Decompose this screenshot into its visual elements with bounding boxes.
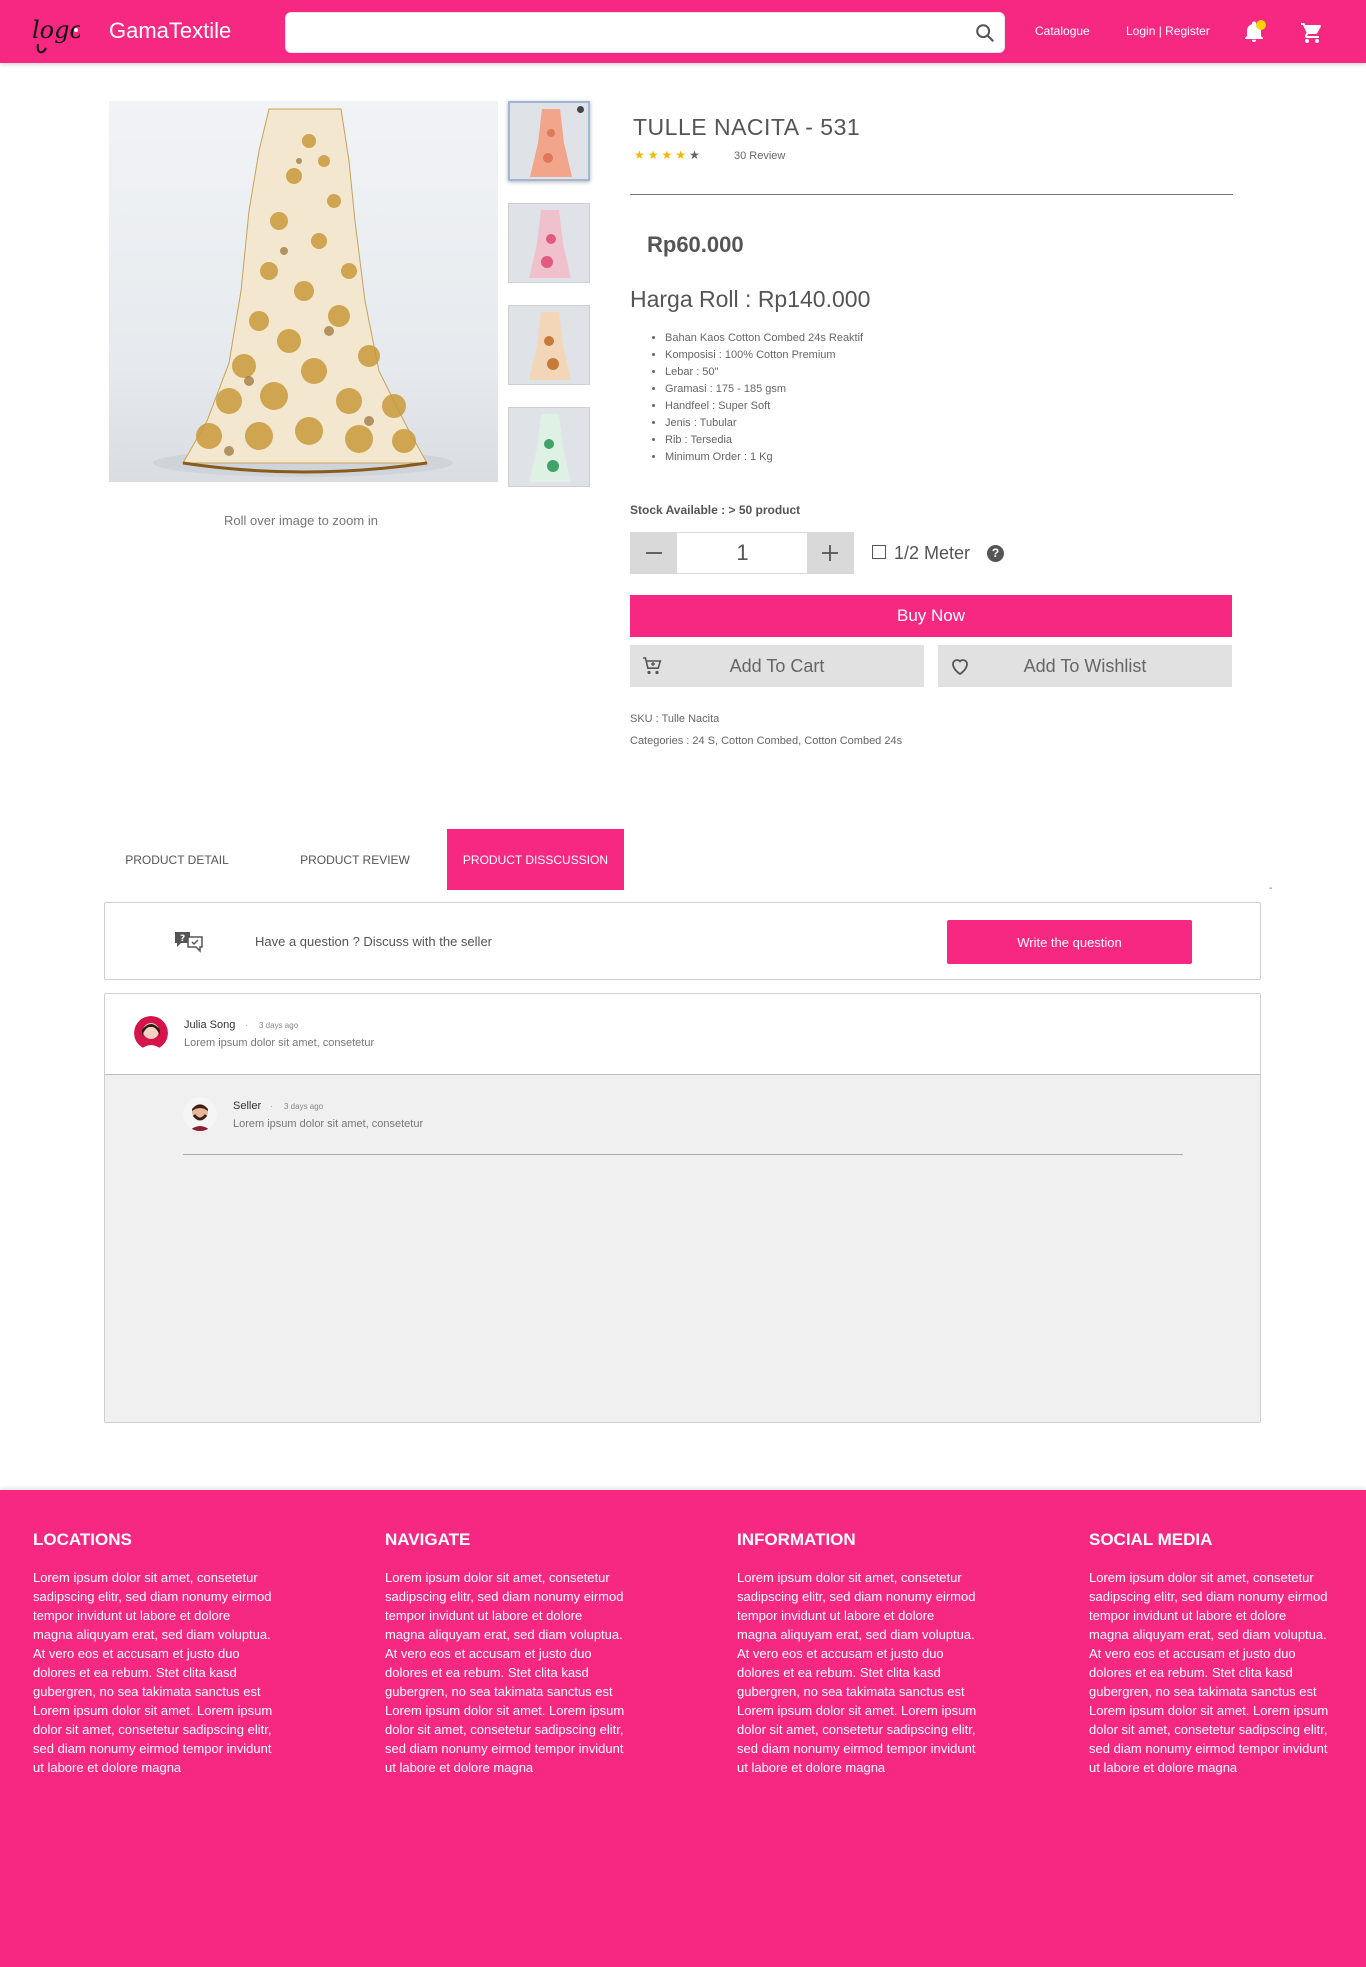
product-thumbnail[interactable] [508, 101, 590, 181]
add-to-wishlist-label: Add To Wishlist [1023, 655, 1147, 676]
heart-icon [952, 659, 968, 676]
tab-product-discussion[interactable]: PRODUCT DISSCUSSION [447, 829, 624, 890]
spec-item: Gramasi : 175 - 185 gsm [665, 381, 863, 398]
spec-item: Minimum Order : 1 Kg [665, 449, 863, 466]
quantity-stepper: 1 [630, 532, 854, 574]
footer-heading: SOCIAL MEDIA [1089, 1530, 1213, 1549]
top-header: logo GamaTextile Catalogue Login | Regis… [0, 0, 1366, 63]
footer-column-social-media: SOCIAL MEDIA Lorem ipsum dolor sit amet,… [1089, 1530, 1329, 1777]
notification-dot [1256, 20, 1266, 30]
search-icon[interactable] [974, 22, 996, 44]
write-question-button[interactable]: Write the question [947, 920, 1192, 964]
tab-product-review[interactable]: PRODUCT REVIEW [283, 829, 427, 890]
footer-text: Lorem ipsum dolor sit amet, consetetur s… [33, 1570, 273, 1775]
star-icon: ★ [661, 148, 676, 162]
brand-name[interactable]: GamaTextile [109, 18, 231, 44]
spec-item: Jenis : Tubular [665, 415, 863, 432]
stock-available: Stock Available : > 50 product [630, 503, 801, 517]
question-box: ? Have a question ? Discuss with the sel… [104, 902, 1261, 980]
spec-item: Lebar : 50" [665, 364, 863, 381]
star-icon: ★ [675, 148, 690, 162]
divider [630, 194, 1233, 195]
product-thumbnail[interactable] [508, 203, 590, 283]
add-to-wishlist-button[interactable]: Add To Wishlist [938, 645, 1232, 687]
question-prompt: Have a question ? Discuss with the selle… [255, 934, 493, 949]
nav-catalogue[interactable]: Catalogue [1035, 24, 1090, 38]
product-thumbnail[interactable] [508, 407, 590, 487]
avatar[interactable] [134, 1016, 168, 1050]
star-icon: ★ [689, 148, 703, 162]
product-title: TULLE NACITA - 531 [633, 114, 861, 140]
nav-login-register[interactable]: Login | Register [1126, 24, 1210, 38]
minus-icon [646, 552, 662, 554]
product-price: Rp60.000 [647, 232, 744, 257]
footer-column-locations: LOCATIONS Lorem ipsum dolor sit amet, co… [33, 1530, 273, 1777]
footer: LOCATIONS Lorem ipsum dolor sit amet, co… [0, 1490, 1366, 1967]
footer-heading: LOCATIONS [33, 1530, 132, 1549]
thumbnail-indicator [577, 106, 584, 113]
roll-price: Harga Roll : Rp140.000 [630, 286, 871, 312]
tab-product-detail[interactable]: PRODUCT DETAIL [106, 829, 248, 890]
divider [183, 1154, 1183, 1155]
spec-item: Rib : Tersedia [665, 432, 863, 449]
spec-item: Komposisi : 100% Cotton Premium [665, 347, 863, 364]
reply-area: Seller · 3 days ago Lorem ipsum dolor si… [105, 1074, 1260, 1422]
buy-now-button[interactable]: Buy Now [630, 595, 1232, 637]
footer-text: Lorem ipsum dolor sit amet, consetetur s… [385, 1570, 625, 1775]
add-to-cart-label: Add To Cart [729, 655, 825, 676]
svg-text:?: ? [180, 934, 185, 944]
comment-author[interactable]: Julia Song [184, 1019, 235, 1031]
footer-heading: INFORMATION [737, 1530, 856, 1549]
categories: Categories : 24 S, Cotton Combed, Cotton… [630, 735, 903, 747]
spec-item: Bahan Kaos Cotton Combed 24s Reaktif [665, 330, 863, 347]
increment-button[interactable] [807, 533, 853, 573]
search-input[interactable] [286, 13, 946, 52]
product-thumbnail[interactable] [508, 305, 590, 385]
tab-divider-mark: - [1269, 883, 1273, 894]
rating-stars: ★★★★★ [634, 148, 703, 162]
star-icon: ★ [647, 148, 662, 162]
spec-item: Handfeel : Super Soft [665, 398, 863, 415]
zoom-hint: Roll over image to zoom in [224, 513, 378, 528]
footer-column-navigate: NAVIGATE Lorem ipsum dolor sit amet, con… [385, 1530, 625, 1777]
search-bar[interactable] [285, 12, 1005, 53]
discussion-thread: Julia Song · 3 days ago Lorem ipsum dolo… [104, 993, 1261, 1423]
help-icon[interactable]: ? [987, 545, 1004, 562]
add-to-cart-button[interactable]: Add To Cart [630, 645, 924, 687]
logo[interactable]: logo [30, 4, 80, 60]
review-count[interactable]: 30 Review [734, 150, 785, 162]
sku: SKU : Tulle Nacita [630, 713, 720, 725]
footer-column-information: INFORMATION Lorem ipsum dolor sit amet, … [737, 1530, 977, 1777]
comment-text: Lorem ipsum dolor sit amet, consetetur [184, 1037, 375, 1049]
avatar[interactable] [183, 1097, 217, 1131]
chat-icon: ? [175, 932, 203, 953]
reply-text: Lorem ipsum dolor sit amet, consetetur [233, 1118, 424, 1130]
decrement-button[interactable] [631, 533, 677, 573]
half-meter-checkbox[interactable] [872, 545, 886, 559]
footer-text: Lorem ipsum dolor sit amet, consetetur s… [1089, 1570, 1329, 1775]
svg-text:logo: logo [32, 16, 80, 44]
star-icon: ★ [634, 148, 648, 162]
cart-icon[interactable] [1300, 21, 1324, 45]
plus-icon [822, 545, 838, 561]
product-main-image[interactable] [109, 101, 498, 482]
reply-separator: · [270, 1102, 273, 1111]
comment-separator: · [245, 1021, 248, 1030]
footer-heading: NAVIGATE [385, 1530, 471, 1549]
quantity-value[interactable]: 1 [678, 533, 807, 573]
footer-text: Lorem ipsum dolor sit amet, consetetur s… [737, 1570, 977, 1775]
spec-list: Bahan Kaos Cotton Combed 24s Reaktif Kom… [665, 330, 863, 466]
comment-time: 3 days ago [259, 1021, 299, 1030]
reply-author[interactable]: Seller [233, 1100, 261, 1112]
reply-time: 3 days ago [284, 1102, 324, 1111]
cart-add-icon [643, 657, 662, 675]
half-meter-label[interactable]: 1/2 Meter [894, 543, 970, 564]
